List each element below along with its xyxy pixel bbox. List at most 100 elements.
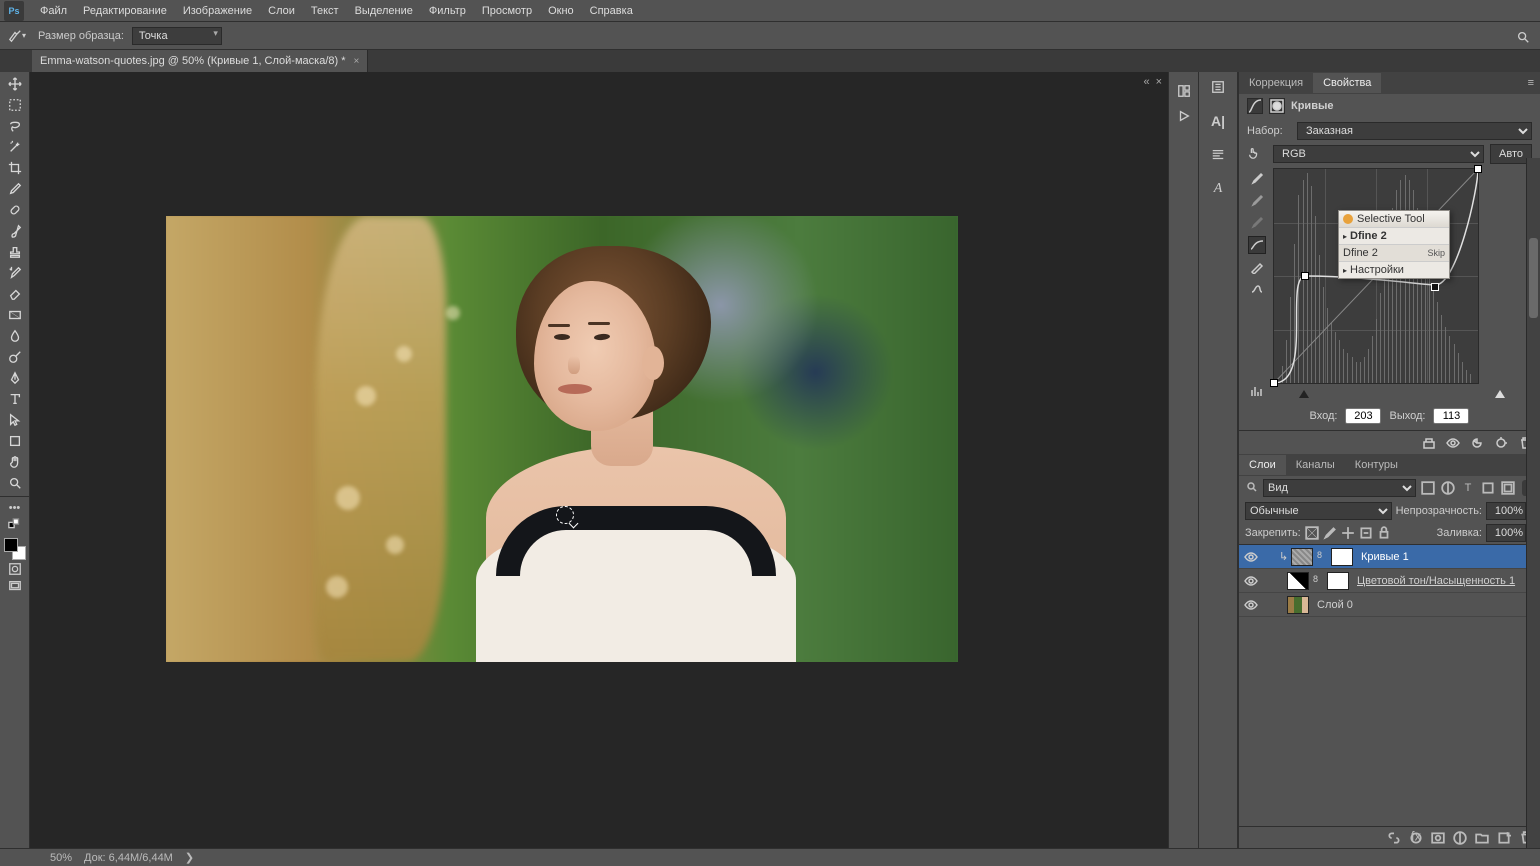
- layer-name[interactable]: Кривые 1: [1357, 551, 1536, 563]
- toggle-visibility-icon[interactable]: [1444, 434, 1462, 452]
- default-colors-icon[interactable]: [2, 517, 28, 533]
- tab-layers[interactable]: Слои: [1239, 455, 1286, 475]
- lock-all-icon[interactable]: [1377, 526, 1391, 540]
- black-point-slider[interactable]: [1299, 390, 1309, 398]
- layer-name[interactable]: Слой 0: [1313, 599, 1536, 611]
- layer-mask-thumb[interactable]: [1327, 572, 1349, 590]
- close-panel-icon[interactable]: ×: [1156, 76, 1162, 88]
- menu-file[interactable]: Файл: [32, 2, 75, 20]
- layer-curves-1[interactable]: ↳ 8 Кривые 1: [1239, 545, 1540, 569]
- character-panel-icon[interactable]: A|: [1206, 110, 1230, 132]
- blur-tool-icon[interactable]: [2, 326, 28, 346]
- blend-mode-select[interactable]: Обычные: [1245, 502, 1392, 520]
- tab-paths[interactable]: Контуры: [1345, 455, 1408, 475]
- curve-point-shadow[interactable]: [1270, 379, 1278, 387]
- tab-properties[interactable]: Свойства: [1313, 73, 1381, 93]
- current-tool-icon[interactable]: ▾: [8, 27, 30, 45]
- menu-text[interactable]: Текст: [303, 2, 347, 20]
- document-tab[interactable]: Emma-watson-quotes.jpg @ 50% (Кривые 1, …: [32, 50, 368, 72]
- link-layers-icon[interactable]: [1386, 830, 1402, 846]
- paragraph-panel-icon[interactable]: [1206, 144, 1230, 166]
- visibility-toggle-icon[interactable]: [1243, 549, 1259, 565]
- curve-edit-icon[interactable]: [1248, 236, 1266, 254]
- sample-size-select[interactable]: Точка: [132, 27, 222, 45]
- path-select-tool-icon[interactable]: [2, 410, 28, 430]
- selective-tool-window[interactable]: Selective Tool ▸Dfine 2 Dfine 2Skip ▸Нас…: [1338, 210, 1450, 279]
- zoom-level[interactable]: 50%: [50, 852, 72, 864]
- menu-view[interactable]: Просмотр: [474, 2, 540, 20]
- eyedropper-white-icon[interactable]: [1248, 214, 1266, 232]
- menu-layers[interactable]: Слои: [260, 2, 303, 20]
- previous-state-icon[interactable]: [1468, 434, 1486, 452]
- tab-channels[interactable]: Каналы: [1286, 455, 1345, 475]
- search-icon[interactable]: [1516, 30, 1530, 47]
- edit-toolbar-icon[interactable]: •••: [2, 500, 28, 516]
- lock-transparency-icon[interactable]: [1305, 526, 1319, 540]
- zoom-tool-icon[interactable]: [2, 473, 28, 493]
- clip-to-layer-icon[interactable]: [1420, 434, 1438, 452]
- dodge-tool-icon[interactable]: [2, 347, 28, 367]
- new-group-icon[interactable]: [1474, 830, 1490, 846]
- mask-link-icon[interactable]: 8: [1317, 550, 1327, 564]
- glyphs-panel-icon[interactable]: A: [1206, 178, 1230, 200]
- filter-search-icon[interactable]: [1245, 480, 1259, 497]
- curve-point-highlight[interactable]: [1474, 165, 1482, 173]
- menu-edit[interactable]: Редактирование: [75, 2, 175, 20]
- layer-background[interactable]: Слой 0: [1239, 593, 1540, 617]
- opacity-field[interactable]: [1486, 502, 1526, 520]
- reset-icon[interactable]: [1492, 434, 1510, 452]
- quickmask-icon[interactable]: [2, 561, 28, 577]
- menu-select[interactable]: Выделение: [347, 2, 421, 20]
- move-tool-icon[interactable]: [2, 74, 28, 94]
- filter-adjust-icon[interactable]: [1440, 480, 1456, 496]
- panel-scrollbar[interactable]: [1526, 158, 1540, 848]
- fill-field[interactable]: [1486, 524, 1526, 542]
- curve-point-1[interactable]: [1301, 272, 1309, 280]
- visibility-toggle-icon[interactable]: [1243, 573, 1259, 589]
- selective-tool-item-1[interactable]: ▸Dfine 2: [1339, 227, 1449, 244]
- hand-tool-icon[interactable]: [2, 452, 28, 472]
- crop-tool-icon[interactable]: [2, 158, 28, 178]
- selective-tool-settings[interactable]: ▸Настройки: [1339, 261, 1449, 278]
- mask-link-icon[interactable]: 8: [1313, 574, 1323, 588]
- canvas-area[interactable]: « ×: [30, 72, 1168, 848]
- mask-icon[interactable]: [1269, 98, 1285, 114]
- selective-tool-item-2[interactable]: Dfine 2Skip: [1339, 244, 1449, 261]
- new-adjustment-icon[interactable]: [1452, 830, 1468, 846]
- filter-smart-icon[interactable]: [1500, 480, 1516, 496]
- document-canvas[interactable]: [166, 216, 958, 662]
- layer-name[interactable]: Цветовой тон/Насыщенность 1: [1353, 575, 1536, 587]
- eraser-tool-icon[interactable]: [2, 284, 28, 304]
- eyedropper-tool-icon[interactable]: [2, 179, 28, 199]
- input-range-slider[interactable]: [1299, 390, 1505, 400]
- stamp-tool-icon[interactable]: [2, 242, 28, 262]
- type-tool-icon[interactable]: [2, 389, 28, 409]
- tab-correction[interactable]: Коррекция: [1239, 73, 1313, 93]
- status-chevron-icon[interactable]: ❯: [185, 851, 194, 864]
- pen-tool-icon[interactable]: [2, 368, 28, 388]
- finger-scrub-icon[interactable]: [1247, 146, 1267, 163]
- healing-tool-icon[interactable]: [2, 200, 28, 220]
- menu-image[interactable]: Изображение: [175, 2, 260, 20]
- preset-select[interactable]: Заказная: [1297, 122, 1532, 140]
- lock-position-icon[interactable]: [1341, 526, 1355, 540]
- marquee-tool-icon[interactable]: [2, 95, 28, 115]
- arrange-icon[interactable]: [1177, 84, 1191, 101]
- lock-artboard-icon[interactable]: [1359, 526, 1373, 540]
- close-tab-icon[interactable]: ×: [354, 56, 360, 67]
- menu-filter[interactable]: Фильтр: [421, 2, 474, 20]
- selective-tool-titlebar[interactable]: Selective Tool: [1339, 211, 1449, 227]
- play-icon[interactable]: [1177, 109, 1191, 126]
- collapse-panels-icon[interactable]: «: [1143, 76, 1149, 88]
- output-value-field[interactable]: [1433, 408, 1469, 424]
- history-panel-icon[interactable]: [1206, 76, 1230, 98]
- gradient-tool-icon[interactable]: [2, 305, 28, 325]
- menu-window[interactable]: Окно: [540, 2, 582, 20]
- pencil-curve-icon[interactable]: [1248, 258, 1266, 276]
- clip-histogram-icon[interactable]: [1248, 382, 1266, 400]
- eyedropper-black-icon[interactable]: [1248, 170, 1266, 188]
- brush-tool-icon[interactable]: [2, 221, 28, 241]
- visibility-toggle-icon[interactable]: [1243, 597, 1259, 613]
- filter-type-select[interactable]: Вид: [1263, 479, 1416, 497]
- white-point-slider[interactable]: [1495, 390, 1505, 398]
